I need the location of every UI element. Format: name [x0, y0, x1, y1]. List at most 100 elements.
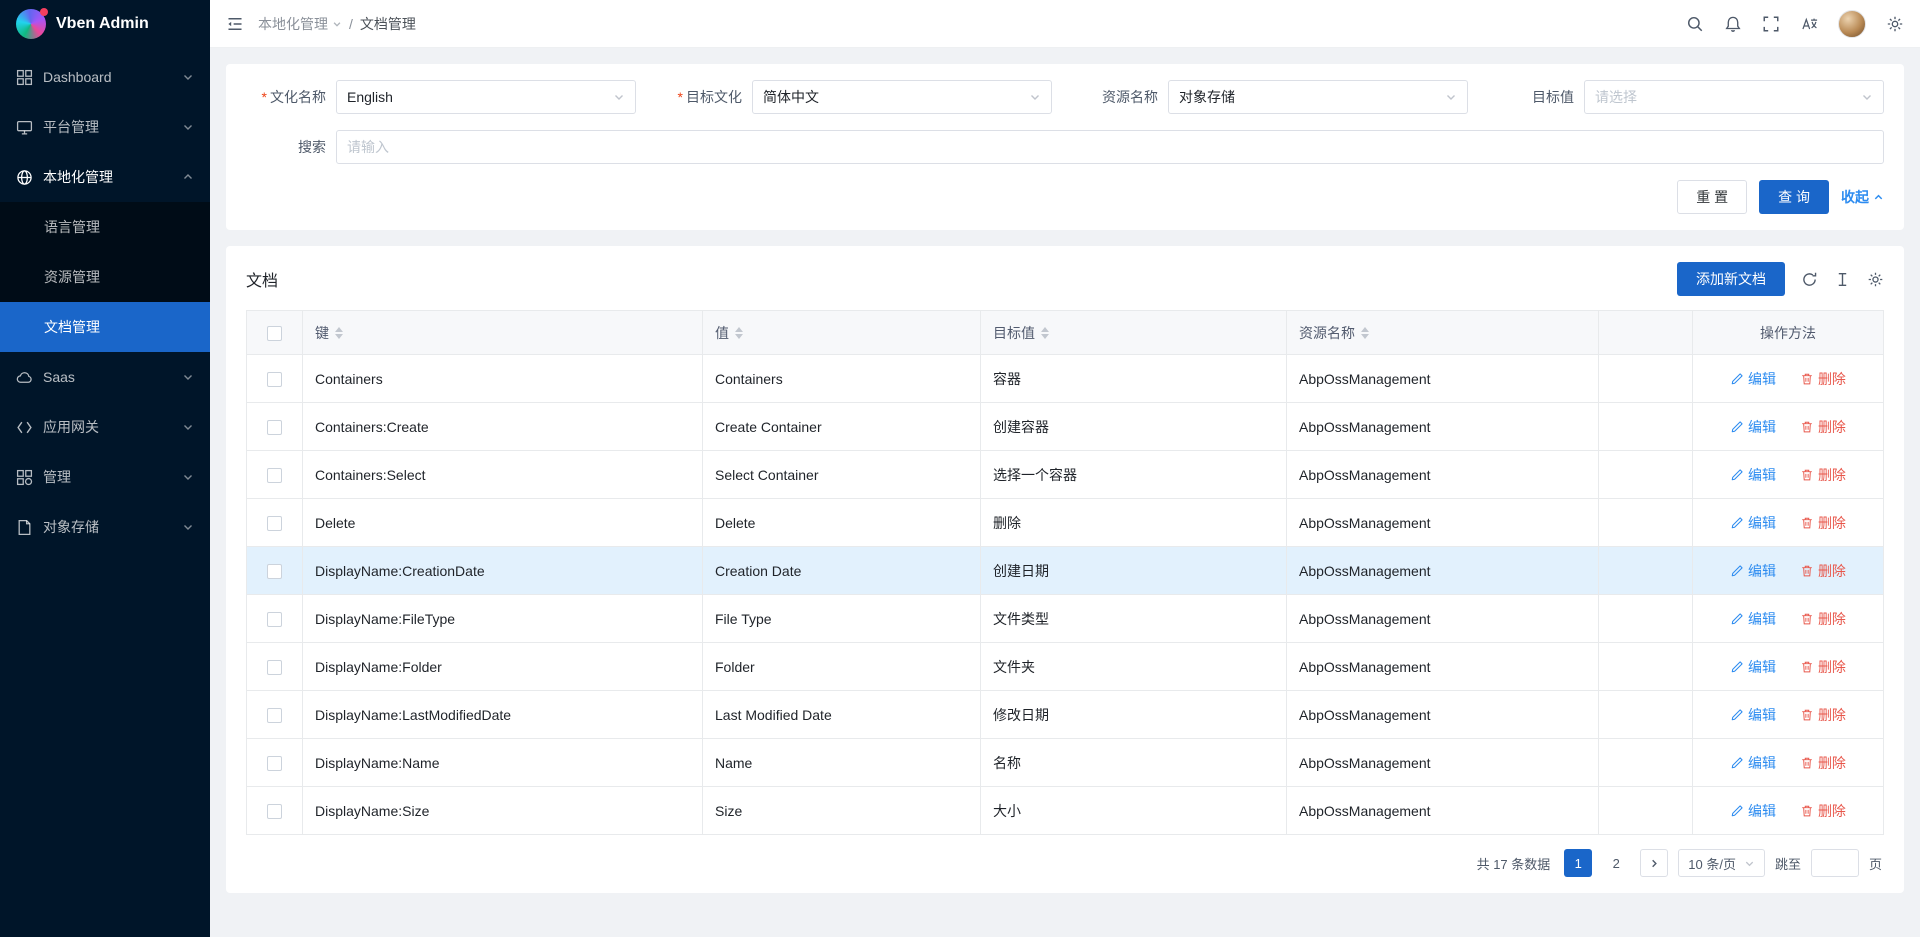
sidebar-item-admin[interactable]: 管理 [0, 452, 210, 502]
menu-fold-icon[interactable] [226, 15, 244, 33]
delete-button[interactable]: 删除 [1800, 417, 1846, 437]
refresh-icon[interactable] [1801, 271, 1818, 288]
row-checkbox[interactable] [267, 564, 282, 579]
sidebar-item-language-management[interactable]: 语言管理 [0, 202, 210, 252]
translate-icon[interactable] [1800, 15, 1818, 33]
sidebar-item-saas[interactable]: Saas [0, 352, 210, 402]
filter-panel: *文化名称 English *目标文化 简体中文 [226, 64, 1904, 230]
delete-button[interactable]: 删除 [1800, 465, 1846, 485]
row-height-icon[interactable] [1834, 271, 1851, 288]
sort-icon[interactable] [735, 327, 743, 339]
cell-value: Last Modified Date [703, 691, 981, 739]
sidebar-item-label: 平台管理 [43, 117, 182, 137]
column-settings-gear-icon[interactable] [1867, 271, 1884, 288]
edit-label: 编辑 [1748, 513, 1776, 533]
sort-icon[interactable] [1361, 327, 1369, 339]
filter-row-2: 搜索 [246, 130, 1884, 164]
delete-button[interactable]: 删除 [1800, 561, 1846, 581]
delete-button[interactable]: 删除 [1800, 609, 1846, 629]
row-checkbox[interactable] [267, 804, 282, 819]
breadcrumb-separator: / [349, 16, 353, 32]
delete-button[interactable]: 删除 [1800, 369, 1846, 389]
edit-button[interactable]: 编辑 [1730, 417, 1776, 437]
target-value-select[interactable]: 请选择 [1584, 80, 1884, 114]
add-document-button[interactable]: 添加新文档 [1677, 262, 1785, 296]
delete-button[interactable]: 删除 [1800, 801, 1846, 821]
row-checkbox[interactable] [267, 708, 282, 723]
cell-checkbox [247, 595, 303, 643]
cell-resource-name: AbpOssManagement [1287, 403, 1599, 451]
select-all-checkbox[interactable] [267, 326, 282, 341]
edit-button[interactable]: 编辑 [1730, 561, 1776, 581]
page-size-select[interactable]: 10 条/页 [1678, 849, 1765, 877]
sidebar-item-localization-management[interactable]: 本地化管理 [0, 152, 210, 202]
edit-button[interactable]: 编辑 [1730, 369, 1776, 389]
chevron-down-icon [1445, 91, 1457, 103]
reset-button[interactable]: 重 置 [1677, 180, 1747, 214]
sidebar-item-object-storage[interactable]: 对象存储 [0, 502, 210, 552]
sidebar-item-document-management[interactable]: 文档管理 [0, 302, 210, 352]
fullscreen-icon[interactable] [1762, 15, 1780, 33]
column-header-value[interactable]: 值 [703, 311, 981, 355]
target-culture-select[interactable]: 简体中文 [752, 80, 1052, 114]
field-culture-name: *文化名称 English [246, 80, 636, 114]
sort-icon[interactable] [335, 327, 343, 339]
column-header-resource-name[interactable]: 资源名称 [1287, 311, 1599, 355]
app-logo[interactable]: Vben Admin [0, 0, 210, 48]
delete-label: 删除 [1818, 465, 1846, 485]
page-button-2[interactable]: 2 [1602, 849, 1630, 877]
sidebar: Vben Admin Dashboard 平台管理 [0, 0, 210, 937]
sidebar-item-platform-management[interactable]: 平台管理 [0, 102, 210, 152]
column-label: 操作方法 [1760, 325, 1816, 341]
row-checkbox[interactable] [267, 420, 282, 435]
edit-button[interactable]: 编辑 [1730, 753, 1776, 773]
resource-name-select[interactable]: 对象存储 [1168, 80, 1468, 114]
row-checkbox[interactable] [267, 612, 282, 627]
page-button-1[interactable]: 1 [1564, 849, 1592, 877]
culture-name-select[interactable]: English [336, 80, 636, 114]
admin-icon [16, 469, 33, 486]
page-unit-label: 页 [1869, 854, 1882, 873]
sidebar-item-app-gateway[interactable]: 应用网关 [0, 402, 210, 452]
bell-icon[interactable] [1724, 15, 1742, 33]
row-checkbox[interactable] [267, 516, 282, 531]
next-page-button[interactable] [1640, 849, 1668, 877]
sort-icon[interactable] [1041, 327, 1049, 339]
sidebar-item-resource-management[interactable]: 资源管理 [0, 252, 210, 302]
collapse-toggle[interactable]: 收起 [1841, 187, 1884, 207]
search-icon[interactable] [1686, 15, 1704, 33]
delete-button[interactable]: 删除 [1800, 753, 1846, 773]
delete-button[interactable]: 删除 [1800, 657, 1846, 677]
table-toolbar: 文档 添加新文档 [246, 262, 1884, 296]
edit-button[interactable]: 编辑 [1730, 513, 1776, 533]
delete-button[interactable]: 删除 [1800, 513, 1846, 533]
pencil-icon [1730, 708, 1744, 722]
search-input[interactable] [336, 130, 1884, 164]
query-button[interactable]: 查 询 [1759, 180, 1829, 214]
collapse-label: 收起 [1841, 187, 1869, 207]
edit-button[interactable]: 编辑 [1730, 801, 1776, 821]
edit-button[interactable]: 编辑 [1730, 657, 1776, 677]
user-avatar[interactable] [1838, 10, 1866, 38]
row-checkbox[interactable] [267, 660, 282, 675]
edit-button[interactable]: 编辑 [1730, 705, 1776, 725]
column-header-key[interactable]: 键 [303, 311, 703, 355]
column-header-target-value[interactable]: 目标值 [981, 311, 1287, 355]
edit-label: 编辑 [1748, 609, 1776, 629]
cell-resource-name: AbpOssManagement [1287, 595, 1599, 643]
breadcrumb-parent[interactable]: 本地化管理 [258, 14, 342, 34]
delete-button[interactable]: 删除 [1800, 705, 1846, 725]
edit-button[interactable]: 编辑 [1730, 609, 1776, 629]
field-label: *文化名称 [246, 87, 336, 107]
jump-page-input[interactable] [1811, 849, 1859, 877]
sidebar-item-dashboard[interactable]: Dashboard [0, 52, 210, 102]
row-checkbox[interactable] [267, 756, 282, 771]
cell-target-value: 文件夹 [981, 643, 1287, 691]
edit-button[interactable]: 编辑 [1730, 465, 1776, 485]
cell-target-value: 大小 [981, 787, 1287, 835]
cell-checkbox [247, 499, 303, 547]
cell-empty [1599, 355, 1693, 403]
row-checkbox[interactable] [267, 468, 282, 483]
row-checkbox[interactable] [267, 372, 282, 387]
settings-gear-icon[interactable] [1886, 15, 1904, 33]
